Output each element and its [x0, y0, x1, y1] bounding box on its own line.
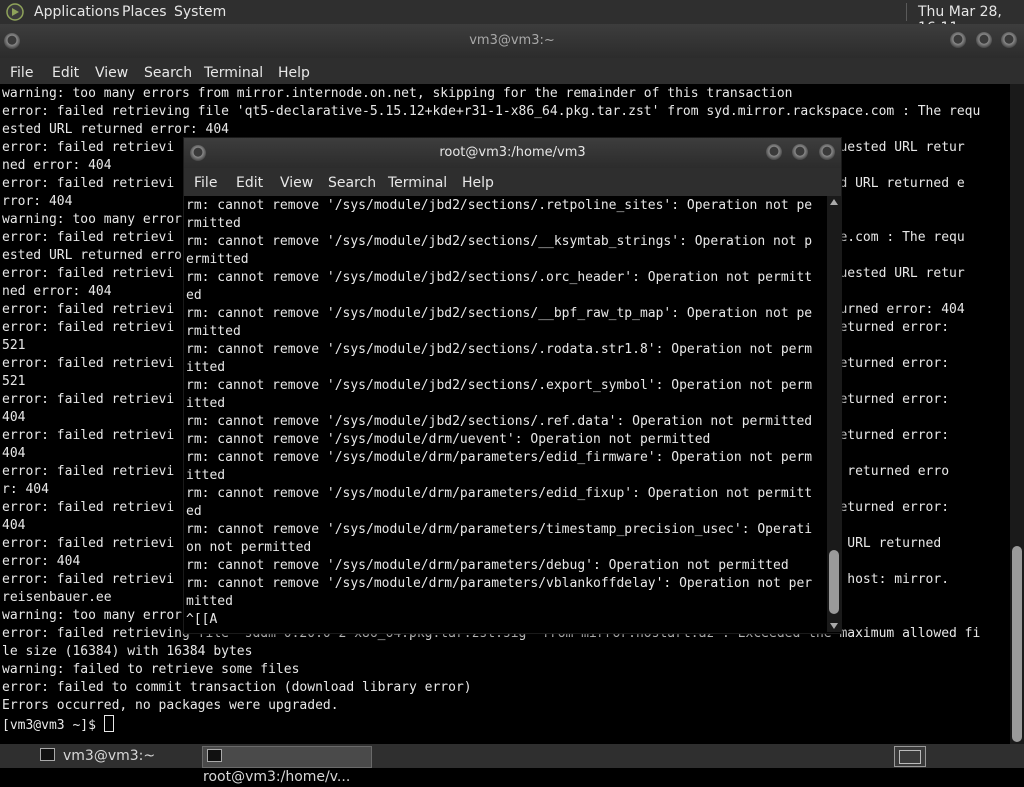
menu-edit[interactable]: Edit [52, 65, 79, 81]
menu-help[interactable]: Help [278, 65, 310, 81]
close-icon[interactable] [819, 144, 835, 160]
gnome-foot-logo-icon[interactable] [6, 3, 24, 21]
terminal-line: rm: cannot remove '/sys/module/jbd2/sect… [186, 270, 813, 285]
menu-search[interactable]: Search [328, 175, 376, 191]
terminal-icon [207, 749, 222, 762]
menu-help[interactable]: Help [462, 175, 494, 191]
window-menu-icon[interactable] [190, 145, 206, 161]
scroll-up-arrow-icon[interactable] [830, 199, 838, 205]
menu-file[interactable]: File [194, 175, 217, 191]
terminal-line: warning: too many errors from mirror.int… [2, 86, 793, 101]
main-menubar: File Edit View Search Terminal Help [0, 58, 1024, 84]
applications-menu[interactable]: Applications [34, 4, 120, 20]
maximize-icon[interactable] [976, 32, 992, 48]
menu-search[interactable]: Search [144, 65, 192, 81]
terminal-line: ed [186, 504, 202, 519]
root-window-titlebar[interactable]: root@vm3:/home/vm3 [184, 138, 841, 168]
terminal-line: rm: cannot remove '/sys/module/drm/param… [186, 558, 789, 573]
terminal-line: error: failed retrieving file 'qt5-decla… [2, 104, 981, 119]
show-desktop-button[interactable] [894, 746, 926, 767]
terminal-line: ^[[A [186, 612, 218, 627]
terminal-line: le size (16384) with 16384 bytes [2, 644, 253, 659]
terminal-line: itted [186, 468, 226, 483]
main-scrollbar-thumb[interactable] [1012, 546, 1022, 742]
terminal-line: rm: cannot remove '/sys/module/drm/param… [186, 522, 813, 537]
menu-edit[interactable]: Edit [236, 175, 263, 191]
root-scrollbar[interactable] [827, 196, 841, 632]
main-window-title: vm3@vm3:~ [469, 33, 555, 48]
top-panel: Applications Places System Thu Mar 28, 1… [0, 0, 1024, 36]
menu-terminal[interactable]: Terminal [388, 175, 447, 191]
terminal-line: rm: cannot remove '/sys/module/jbd2/sect… [186, 198, 813, 213]
taskbar-item-vm3[interactable]: vm3@vm3:~ [36, 746, 196, 766]
taskbar-item-label: root@vm3:/home/v... [203, 769, 351, 785]
terminal-line: ermitted [186, 252, 249, 267]
terminal-line: rm: cannot remove '/sys/module/drm/param… [186, 576, 813, 591]
root-terminal-output[interactable]: rm: cannot remove '/sys/module/jbd2/sect… [186, 197, 827, 631]
terminal-line: rmitted [186, 324, 241, 339]
shell-prompt: [vm3@vm3 ~]$ [2, 718, 104, 733]
minimize-icon[interactable] [950, 32, 966, 48]
terminal-line: rm: cannot remove '/sys/module/jbd2/sect… [186, 306, 813, 321]
minimize-icon[interactable] [766, 144, 782, 160]
terminal-line: itted [186, 396, 226, 411]
root-terminal-window: root@vm3:/home/vm3 File Edit View Search… [183, 137, 842, 634]
taskbar-item-root[interactable]: root@vm3:/home/v... [202, 746, 372, 785]
panel-separator [906, 3, 907, 21]
terminal-line: rm: cannot remove '/sys/module/jbd2/sect… [186, 234, 813, 249]
bottom-taskbar: vm3@vm3:~ root@vm3:/home/v... [0, 744, 1024, 785]
menu-file[interactable]: File [10, 65, 33, 81]
terminal-line: rm: cannot remove '/sys/module/drm/ueven… [186, 432, 711, 447]
terminal-line: rmitted [186, 216, 241, 231]
taskbar-item-label: vm3@vm3:~ [63, 748, 156, 764]
root-menubar: File Edit View Search Terminal Help [184, 168, 841, 196]
system-menu[interactable]: System [174, 4, 226, 20]
terminal-line: on not permitted [186, 540, 312, 555]
root-scrollbar-thumb[interactable] [829, 550, 839, 614]
terminal-line: mitted [186, 594, 233, 609]
terminal-line: error: failed to commit transaction (dow… [2, 680, 472, 695]
terminal-line: ed [186, 288, 202, 303]
main-scrollbar[interactable] [1010, 84, 1024, 744]
terminal-icon [40, 748, 55, 761]
menu-view[interactable]: View [95, 65, 128, 81]
shell-prompt-line[interactable]: [vm3@vm3 ~]$ [2, 715, 1007, 735]
maximize-icon[interactable] [792, 144, 808, 160]
terminal-line: Errors occurred, no packages were upgrad… [2, 698, 339, 713]
terminal-line: warning: failed to retrieve some files [2, 662, 300, 677]
menu-view[interactable]: View [280, 175, 313, 191]
menu-terminal[interactable]: Terminal [204, 65, 263, 81]
scroll-down-arrow-icon[interactable] [830, 623, 838, 629]
places-menu[interactable]: Places [122, 4, 167, 20]
close-icon[interactable] [1001, 32, 1017, 48]
terminal-line: itted [186, 360, 226, 375]
main-window-titlebar[interactable]: vm3@vm3:~ [0, 24, 1024, 58]
text-cursor [103, 715, 114, 732]
terminal-line: rm: cannot remove '/sys/module/jbd2/sect… [186, 378, 813, 393]
terminal-line: rm: cannot remove '/sys/module/drm/param… [186, 450, 813, 465]
window-menu-icon[interactable] [4, 33, 20, 49]
terminal-line: rm: cannot remove '/sys/module/jbd2/sect… [186, 414, 813, 429]
terminal-line: rm: cannot remove '/sys/module/jbd2/sect… [186, 342, 813, 357]
desktop-icon [899, 750, 921, 764]
terminal-line: rm: cannot remove '/sys/module/drm/param… [186, 486, 813, 501]
root-window-title: root@vm3:/home/vm3 [439, 145, 586, 160]
